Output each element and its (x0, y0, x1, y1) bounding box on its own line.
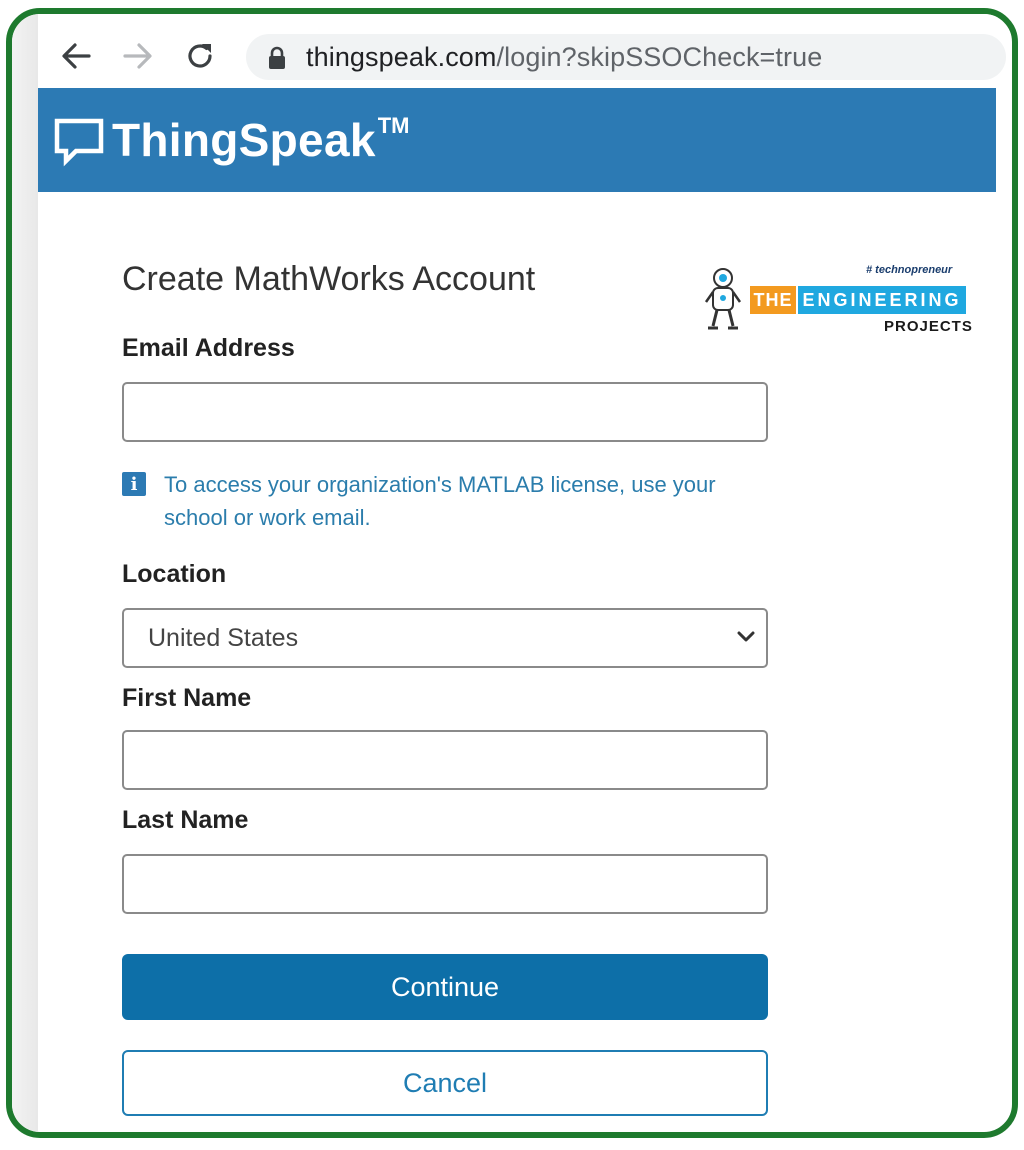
info-icon: i (122, 472, 146, 496)
location-select[interactable]: United States (122, 608, 768, 668)
email-info-note: i To access your organization's MATLAB l… (122, 468, 762, 534)
address-bar[interactable]: thingspeak.com/login?skipSSOCheck=true (246, 34, 1006, 80)
location-value: United States (148, 623, 299, 652)
watermark-the: THE (750, 286, 796, 314)
forward-button[interactable] (118, 36, 158, 76)
email-field[interactable] (122, 382, 768, 442)
left-edge-shade (12, 14, 38, 1132)
cancel-button[interactable]: Cancel (122, 1050, 768, 1116)
robot-logo-icon (704, 268, 742, 330)
lock-icon (266, 44, 288, 70)
url-host: thingspeak.com (306, 41, 497, 72)
engineering-projects-watermark: # technopreneur THE ENGINEERING PROJECTS (702, 260, 972, 340)
browser-toolbar: thingspeak.com/login?skipSSOCheck=true (38, 14, 1006, 88)
last-name-field[interactable] (122, 854, 768, 914)
reload-icon (188, 44, 212, 68)
thingspeak-header: ThingSpeak TM (38, 88, 996, 192)
last-name-label: Last Name (122, 806, 249, 834)
trademark: TM (377, 113, 410, 138)
watermark-tag: # technopreneur (866, 264, 953, 276)
first-name-field[interactable] (122, 730, 768, 790)
info-text: To access your organization's MATLAB lic… (164, 472, 716, 530)
form-title: Create MathWorks Account (122, 260, 536, 298)
watermark-engineering: ENGINEERING (798, 286, 966, 314)
screenshot-frame: thingspeak.com/login?skipSSOCheck=true T… (6, 8, 1018, 1138)
first-name-label: First Name (122, 684, 252, 712)
back-button[interactable] (56, 36, 96, 76)
back-arrow-icon (62, 43, 91, 69)
watermark-projects: PROJECTS (884, 318, 973, 335)
forward-arrow-icon (123, 43, 152, 69)
chevron-down-icon (737, 631, 755, 642)
url-path: /login?skipSSOCheck=true (496, 41, 823, 72)
reload-button[interactable] (180, 36, 220, 76)
brand-name[interactable]: ThingSpeak (112, 113, 376, 167)
email-label: Email Address (122, 334, 295, 362)
url-text: thingspeak.com/login?skipSSOCheck=true (306, 42, 822, 73)
speech-bubble-logo-icon[interactable] (52, 113, 106, 167)
continue-button[interactable]: Continue (122, 954, 768, 1020)
location-label: Location (122, 560, 227, 588)
